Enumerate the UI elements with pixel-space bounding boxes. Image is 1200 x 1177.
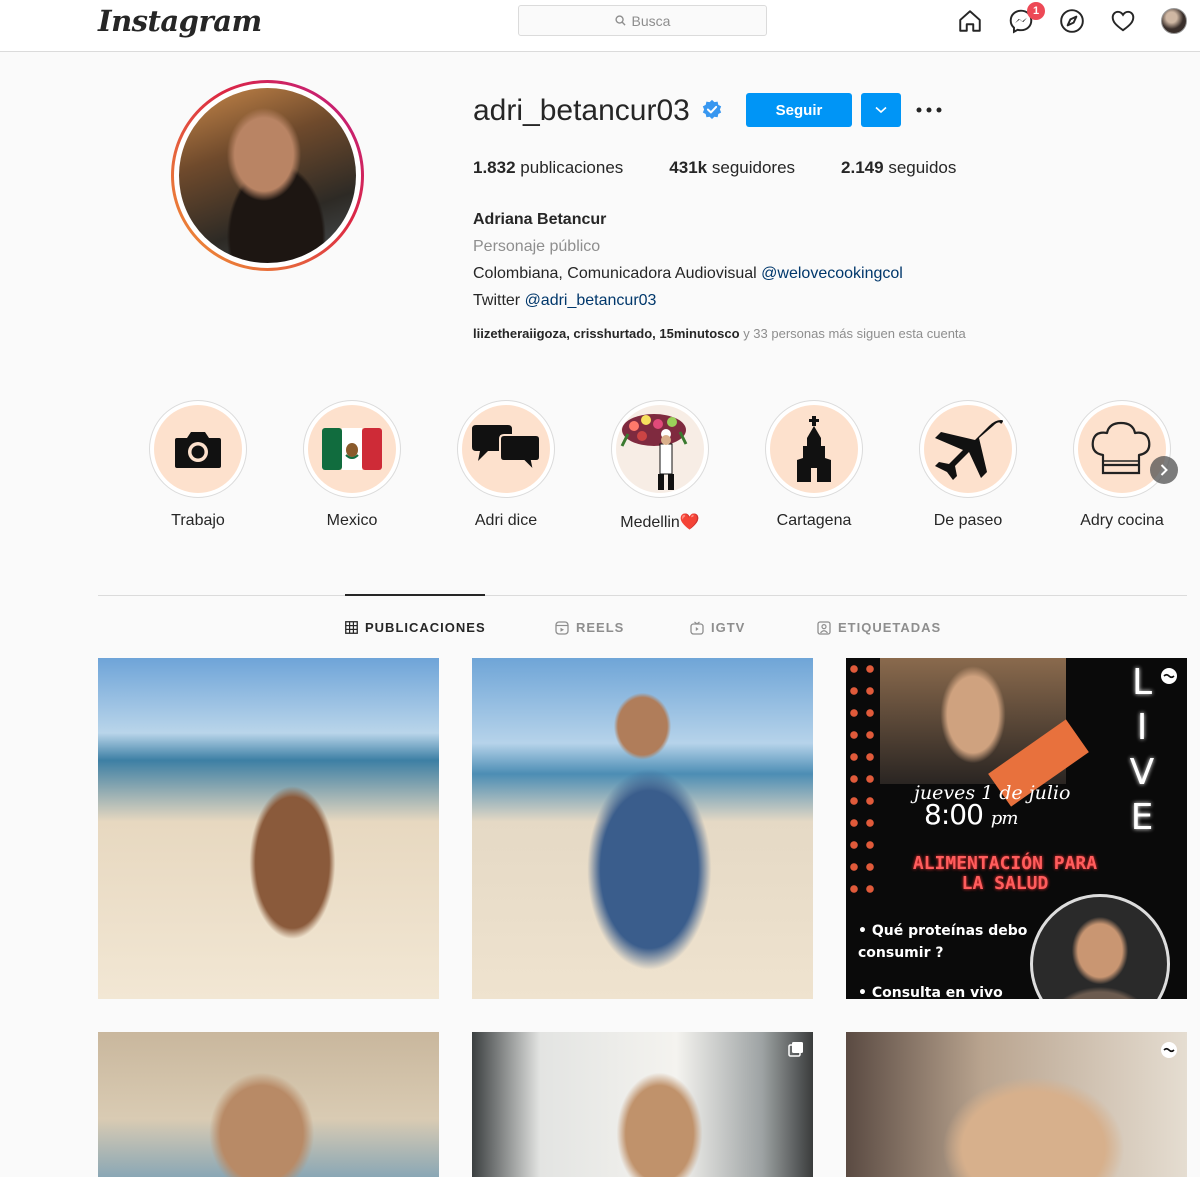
reels-icon <box>555 620 569 635</box>
highlight-label: Medellin❤️ <box>620 514 700 531</box>
highlight-cartagena[interactable]: Cartagena <box>764 400 864 530</box>
profile-category: Personaje público <box>473 238 601 255</box>
igtv-icon <box>690 621 704 635</box>
highlight-medellin[interactable]: Medellin❤️ <box>610 400 710 532</box>
profile-avatar[interactable] <box>1158 5 1190 37</box>
live-bullet-2: • Consulta en vivo <box>858 985 1003 999</box>
chef-hat-icon <box>1091 421 1151 475</box>
live-word: LIVE <box>1129 662 1155 838</box>
tab-etiquetadas[interactable]: ETIQUETADAS <box>817 620 941 635</box>
highlight-adri-dice[interactable]: Adri dice <box>456 400 556 530</box>
posts-count: 1.832 publicaciones <box>473 158 624 177</box>
live-bullet-1: • Qué proteínas debo consumir ? <box>858 923 1028 961</box>
verified-badge-icon <box>702 99 722 119</box>
search-placeholder: Busca <box>631 12 671 29</box>
camera-icon <box>175 432 221 468</box>
twitter-link[interactable]: @adri_betancur03 <box>525 292 657 309</box>
explore-compass-icon[interactable] <box>1056 5 1088 37</box>
tab-publicaciones[interactable]: PUBLICACIONES <box>345 620 486 635</box>
highlight-label: De paseo <box>933 512 1003 529</box>
more-options-button[interactable] <box>914 98 944 122</box>
nav-icons: 1 <box>954 2 1200 37</box>
suggested-dropdown-button[interactable] <box>861 93 901 127</box>
bio-line-1: Colombiana, Comunicadora Audiovisual @we… <box>473 265 903 282</box>
post-thumbnail[interactable] <box>472 658 813 999</box>
post-thumbnail[interactable] <box>98 1032 439 1177</box>
post-thumbnail-live[interactable]: LIVE jueves 1 de julio 8:00 pm ALIMENTAC… <box>846 658 1187 999</box>
profile-stats: 1.832 publicaciones 431k seguidores 2.14… <box>473 158 1002 178</box>
tab-reels[interactable]: REELS <box>555 620 624 635</box>
profile-bio: Adriana Betancur Personaje público Colom… <box>473 206 903 314</box>
carousel-indicator-icon <box>788 1042 803 1057</box>
profile-photo <box>179 88 356 263</box>
highlight-trabajo[interactable]: Trabajo <box>148 400 248 530</box>
highlight-de-paseo[interactable]: De paseo <box>918 400 1018 530</box>
tab-igtv[interactable]: IGTV <box>690 620 745 635</box>
post-thumbnail[interactable] <box>98 658 439 999</box>
highlight-label: Adry cocina <box>1080 512 1164 529</box>
live-title: ALIMENTACIÓN PARA LA SALUD <box>912 853 1098 894</box>
highlights-next-button[interactable] <box>1150 456 1178 484</box>
flower-vendor-icon <box>620 414 688 490</box>
follow-button[interactable]: Seguir <box>746 93 852 127</box>
church-icon <box>797 416 831 482</box>
decorative-dots <box>846 658 880 898</box>
messenger-icon[interactable]: 1 <box>1005 2 1045 37</box>
live-time: 8:00 pm <box>924 798 1018 831</box>
followers-count[interactable]: 431k seguidores <box>669 158 795 178</box>
tabs-divider <box>98 595 1187 596</box>
active-tab-indicator <box>345 594 485 596</box>
highlight-label: Cartagena <box>776 512 852 529</box>
reel-indicator-icon <box>1161 668 1177 684</box>
home-icon[interactable] <box>954 5 986 37</box>
highlight-label: Mexico <box>326 512 378 529</box>
welovecooking-link[interactable]: @welovecookingcol <box>761 265 903 282</box>
chevron-right-icon <box>1160 464 1168 476</box>
messages-badge: 1 <box>1027 2 1045 20</box>
post-thumbnail[interactable] <box>846 1032 1187 1177</box>
following-count[interactable]: 2.149 seguidos <box>841 158 956 178</box>
search-icon <box>614 15 626 26</box>
guest-photo <box>1030 894 1170 999</box>
reel-indicator-icon <box>1161 1042 1177 1058</box>
top-navigation-bar: Instagram Busca 1 <box>0 0 1200 52</box>
profile-username: adri_betancur03 <box>473 94 690 127</box>
post-thumbnail[interactable] <box>472 1032 813 1177</box>
mexico-flag-icon <box>322 428 382 470</box>
airplane-icon <box>935 420 1003 480</box>
profile-full-name: Adriana Betancur <box>473 211 607 228</box>
ellipsis-icon <box>916 107 942 113</box>
instagram-logo[interactable]: Instagram <box>98 4 262 38</box>
tagged-icon <box>817 620 831 635</box>
speech-bubbles-icon <box>472 425 541 475</box>
search-input[interactable]: Busca <box>518 5 767 36</box>
highlight-mexico[interactable]: Mexico <box>302 400 402 530</box>
profile-picture[interactable] <box>171 80 364 271</box>
followed-by[interactable]: liizetheraiigoza, crisshurtado, 15minuto… <box>473 326 966 341</box>
activity-heart-icon[interactable] <box>1107 5 1139 37</box>
bio-line-2: Twitter @adri_betancur03 <box>473 292 657 309</box>
avatar <box>1161 8 1187 34</box>
highlight-label: Trabajo <box>171 512 225 529</box>
highlight-label: Adri dice <box>474 512 538 529</box>
grid-icon <box>345 621 358 634</box>
chevron-down-icon <box>875 106 887 114</box>
